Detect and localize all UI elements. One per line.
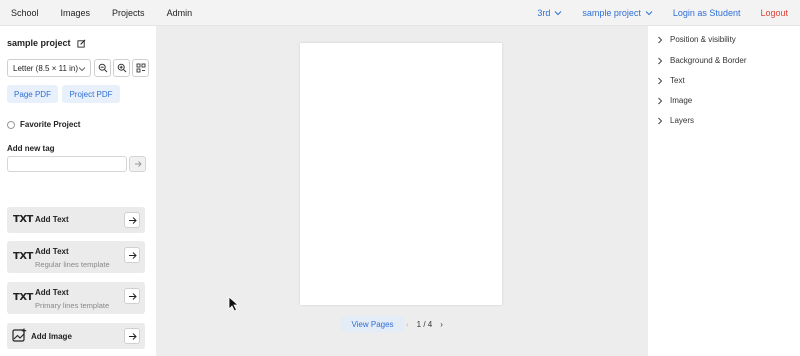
tool-label: Add Image [31,332,72,341]
chevron-right-icon [658,117,663,124]
nav-right-group: 3rd sample project Login as Student Logo… [537,0,800,26]
text-icon: TXT [13,214,33,225]
favorite-checkbox[interactable] [7,120,15,129]
logout-link[interactable]: Logout [760,8,788,18]
zoom-in-button[interactable] [113,59,130,77]
chevron-down-icon [645,11,653,16]
nav-school[interactable]: School [11,8,39,18]
tool-label: Add Text [35,288,69,297]
add-text-primary-arrow-button[interactable] [124,288,140,304]
page-pdf-button[interactable]: Page PDF [7,85,58,103]
favorite-project-toggle[interactable]: Favorite Project [7,120,80,129]
tool-sublabel: Regular lines template [35,260,110,269]
arrow-right-icon [128,292,137,300]
section-image[interactable]: Image [657,96,692,105]
add-image-arrow-button[interactable] [124,328,140,344]
chevron-right-icon [658,97,663,104]
layout-grid-icon [136,63,145,73]
login-as-student-link[interactable]: Login as Student [673,8,741,18]
grade-dropdown-label: 3rd [537,8,551,18]
tool-label: Add Text [35,247,69,256]
project-dropdown-label: sample project [582,8,641,18]
tag-input[interactable] [7,156,127,172]
arrow-right-icon [128,216,137,224]
prev-page-icon[interactable]: ‹ [406,320,409,329]
view-pages-button[interactable]: View Pages [341,316,404,332]
page-indicator: 1 / 4 [416,319,433,329]
add-text-regular-arrow-button[interactable] [124,247,140,263]
favorite-label: Favorite Project [20,120,81,129]
nav-projects[interactable]: Projects [112,8,145,18]
add-text-primary-lines-tool[interactable]: TXT Add Text Primary lines template [7,282,145,314]
left-sidebar: sample project Letter (8.5 × 11 in) Page… [0,26,156,356]
paper-size-value: Letter (8.5 × 11 in) [13,63,78,73]
tool-sublabel: Primary lines template [35,301,110,310]
nav-images[interactable]: Images [61,8,91,18]
text-icon: TXT [13,292,33,303]
section-label: Layers [670,116,695,125]
zoom-out-button[interactable] [94,59,111,77]
add-text-arrow-button[interactable] [124,212,140,228]
layout-button[interactable] [132,59,149,77]
chevron-right-icon [658,36,663,43]
next-page-icon[interactable]: › [440,320,443,329]
grade-dropdown[interactable]: 3rd [537,8,562,18]
top-nav-bar: School Images Projects Admin 3rd sample … [0,0,800,26]
chevron-down-icon [78,67,86,72]
page-pager: ‹ 1 / 4 › [406,316,443,332]
section-label: Image [670,96,693,105]
arrow-right-icon [128,251,137,259]
add-text-tool[interactable]: TXT Add Text [7,207,145,233]
nav-admin[interactable]: Admin [167,8,193,18]
project-pdf-button[interactable]: Project PDF [62,85,120,103]
section-background-border[interactable]: Background & Border [657,56,747,65]
add-tag-button[interactable] [129,156,146,172]
project-dropdown[interactable]: sample project [582,8,653,18]
image-add-icon [12,328,27,342]
tag-label: Add new tag [7,144,55,153]
tool-label: Add Text [35,215,69,224]
main-nav: School Images Projects Admin [11,0,214,26]
mouse-cursor-icon [228,296,240,312]
page-canvas[interactable] [300,43,502,305]
text-icon: TXT [13,251,33,262]
section-layers[interactable]: Layers [657,116,694,125]
section-label: Background & Border [670,56,747,65]
properties-panel: Position & visibility Background & Borde… [648,26,800,356]
section-text[interactable]: Text [657,76,685,85]
project-name: sample project [7,38,71,48]
paper-size-select[interactable]: Letter (8.5 × 11 in) [7,59,91,77]
section-label: Text [670,76,685,85]
section-label: Position & visibility [670,35,736,44]
add-text-regular-lines-tool[interactable]: TXT Add Text Regular lines template [7,241,145,273]
chevron-right-icon [658,77,663,84]
section-position-visibility[interactable]: Position & visibility [657,35,736,44]
edit-icon[interactable] [76,39,86,48]
arrow-right-icon [134,161,142,167]
add-image-tool[interactable]: Add Image [7,323,145,349]
project-title: sample project [7,38,86,48]
zoom-in-icon [117,63,126,73]
zoom-out-icon [98,63,107,73]
chevron-down-icon [555,11,562,16]
canvas-area: View Pages ‹ 1 / 4 › [156,26,648,356]
arrow-right-icon [128,332,137,340]
chevron-right-icon [658,57,663,64]
